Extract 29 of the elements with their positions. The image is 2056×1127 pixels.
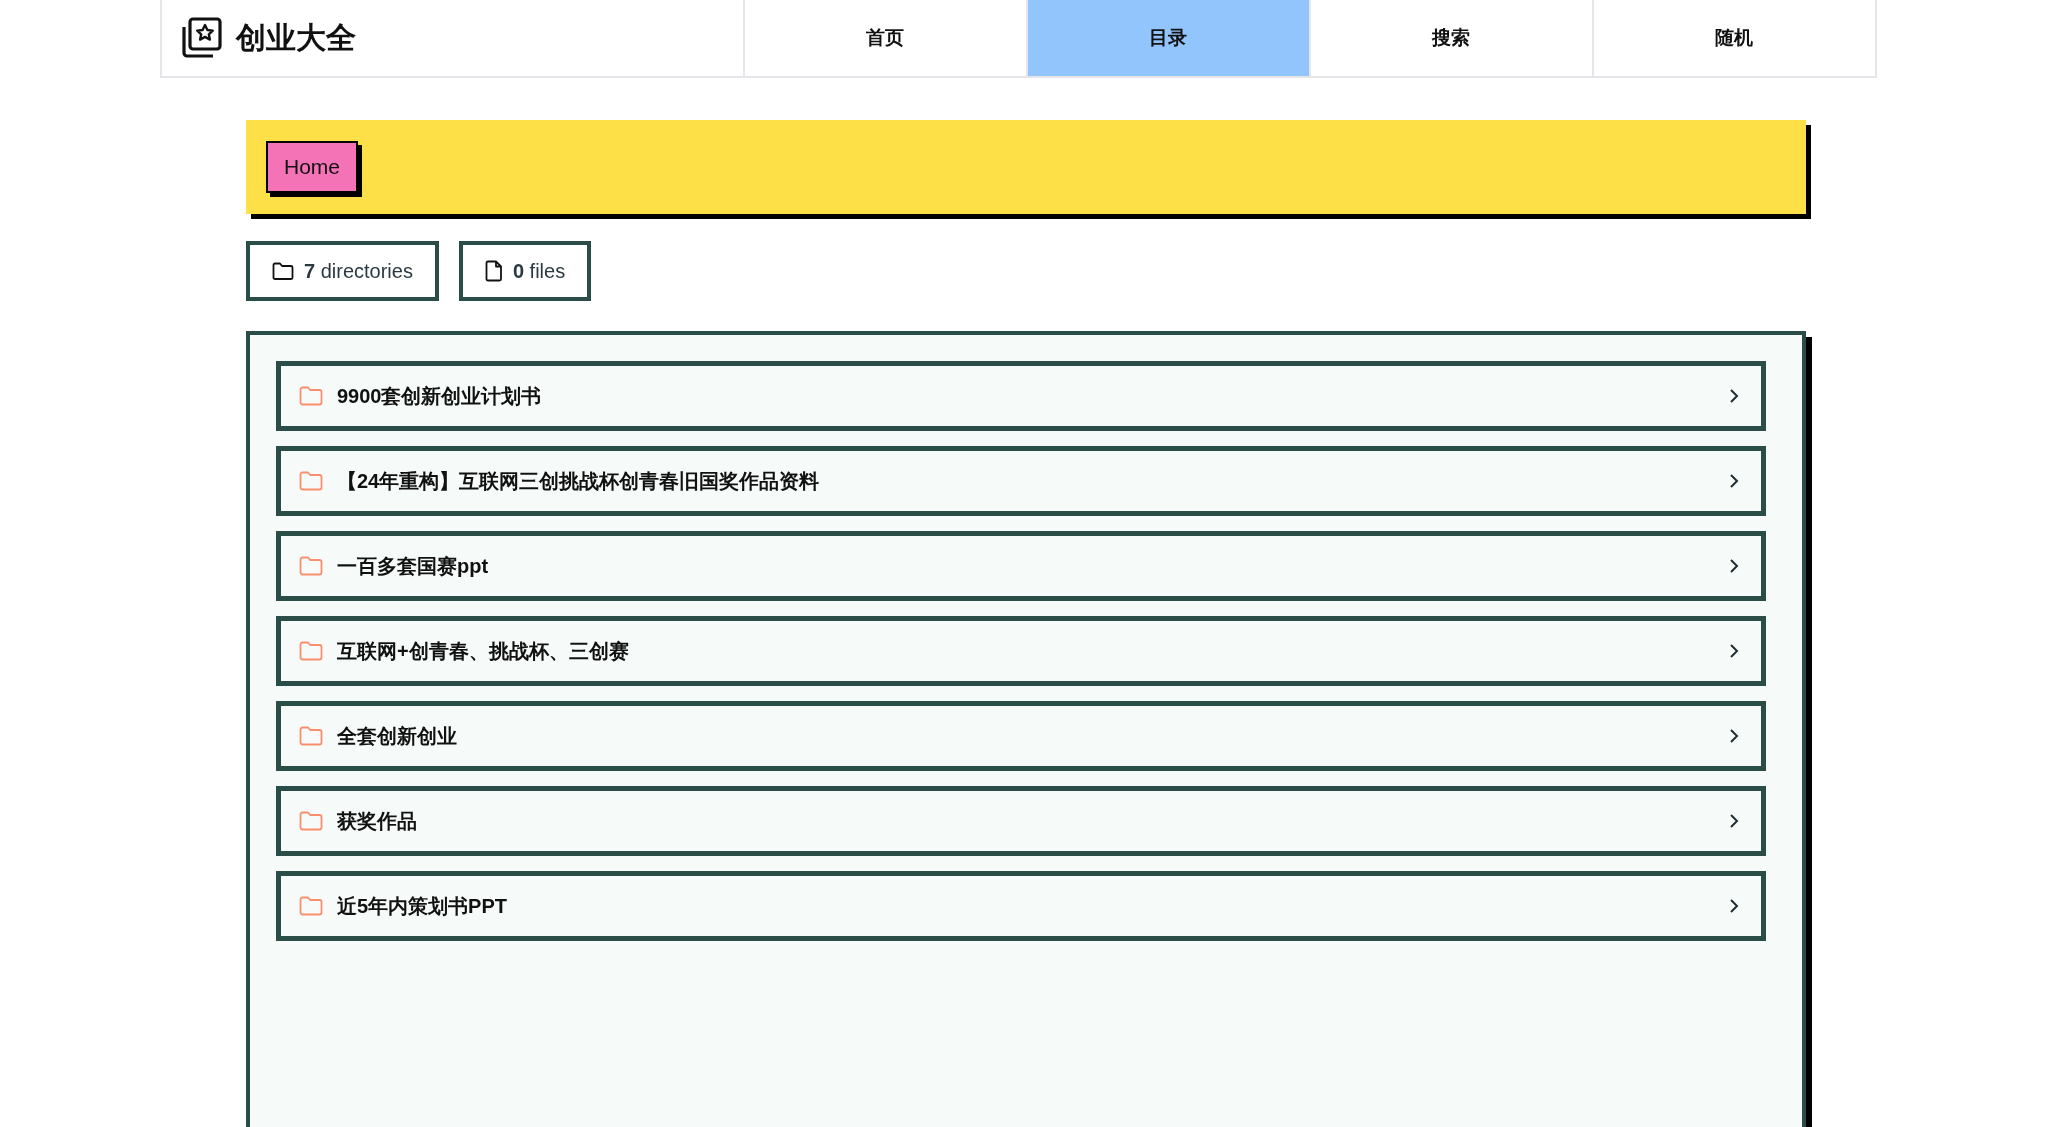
directory-item[interactable]: 【24年重构】互联网三创挑战杯创青春旧国奖作品资料 [276, 446, 1766, 516]
folder-icon [272, 262, 294, 280]
count-text: 0 files [512, 259, 566, 283]
file-icon [484, 260, 503, 282]
folder-icon [299, 641, 323, 661]
directory-item[interactable]: 获奖作品 [276, 786, 1766, 856]
folder-icon [299, 811, 323, 831]
chevron-right-icon [1729, 388, 1739, 404]
chevron-right-icon [1729, 813, 1739, 829]
directory-item[interactable]: 近5年内策划书PPT [276, 871, 1766, 941]
chevron-right-icon [1729, 643, 1739, 659]
directory-item[interactable]: 全套创新创业 [276, 701, 1766, 771]
chevron-right-icon [1729, 728, 1739, 744]
nav-tab[interactable]: 搜索 [1310, 0, 1594, 76]
folder-icon [299, 896, 323, 916]
chevron-right-icon [1729, 558, 1739, 574]
directory-item[interactable]: 互联网+创青春、挑战杯、三创赛 [276, 616, 1766, 686]
nav-tab[interactable]: 目录 [1027, 0, 1311, 76]
folder-icon [299, 471, 323, 491]
site-title: 创业大全 [235, 19, 356, 56]
chevron-right-icon [1729, 898, 1739, 914]
directory-item[interactable]: 一百多套国赛ppt [276, 531, 1766, 601]
nav-tab[interactable]: 随机 [1593, 0, 1875, 76]
chevron-right-icon [1729, 473, 1739, 489]
folder-icon [299, 386, 323, 406]
folder-icon [299, 726, 323, 746]
directory-item[interactable]: 9900套创新创业计划书 [276, 361, 1766, 431]
count-text: 7 directories [304, 259, 413, 283]
folder-icon [299, 556, 323, 576]
